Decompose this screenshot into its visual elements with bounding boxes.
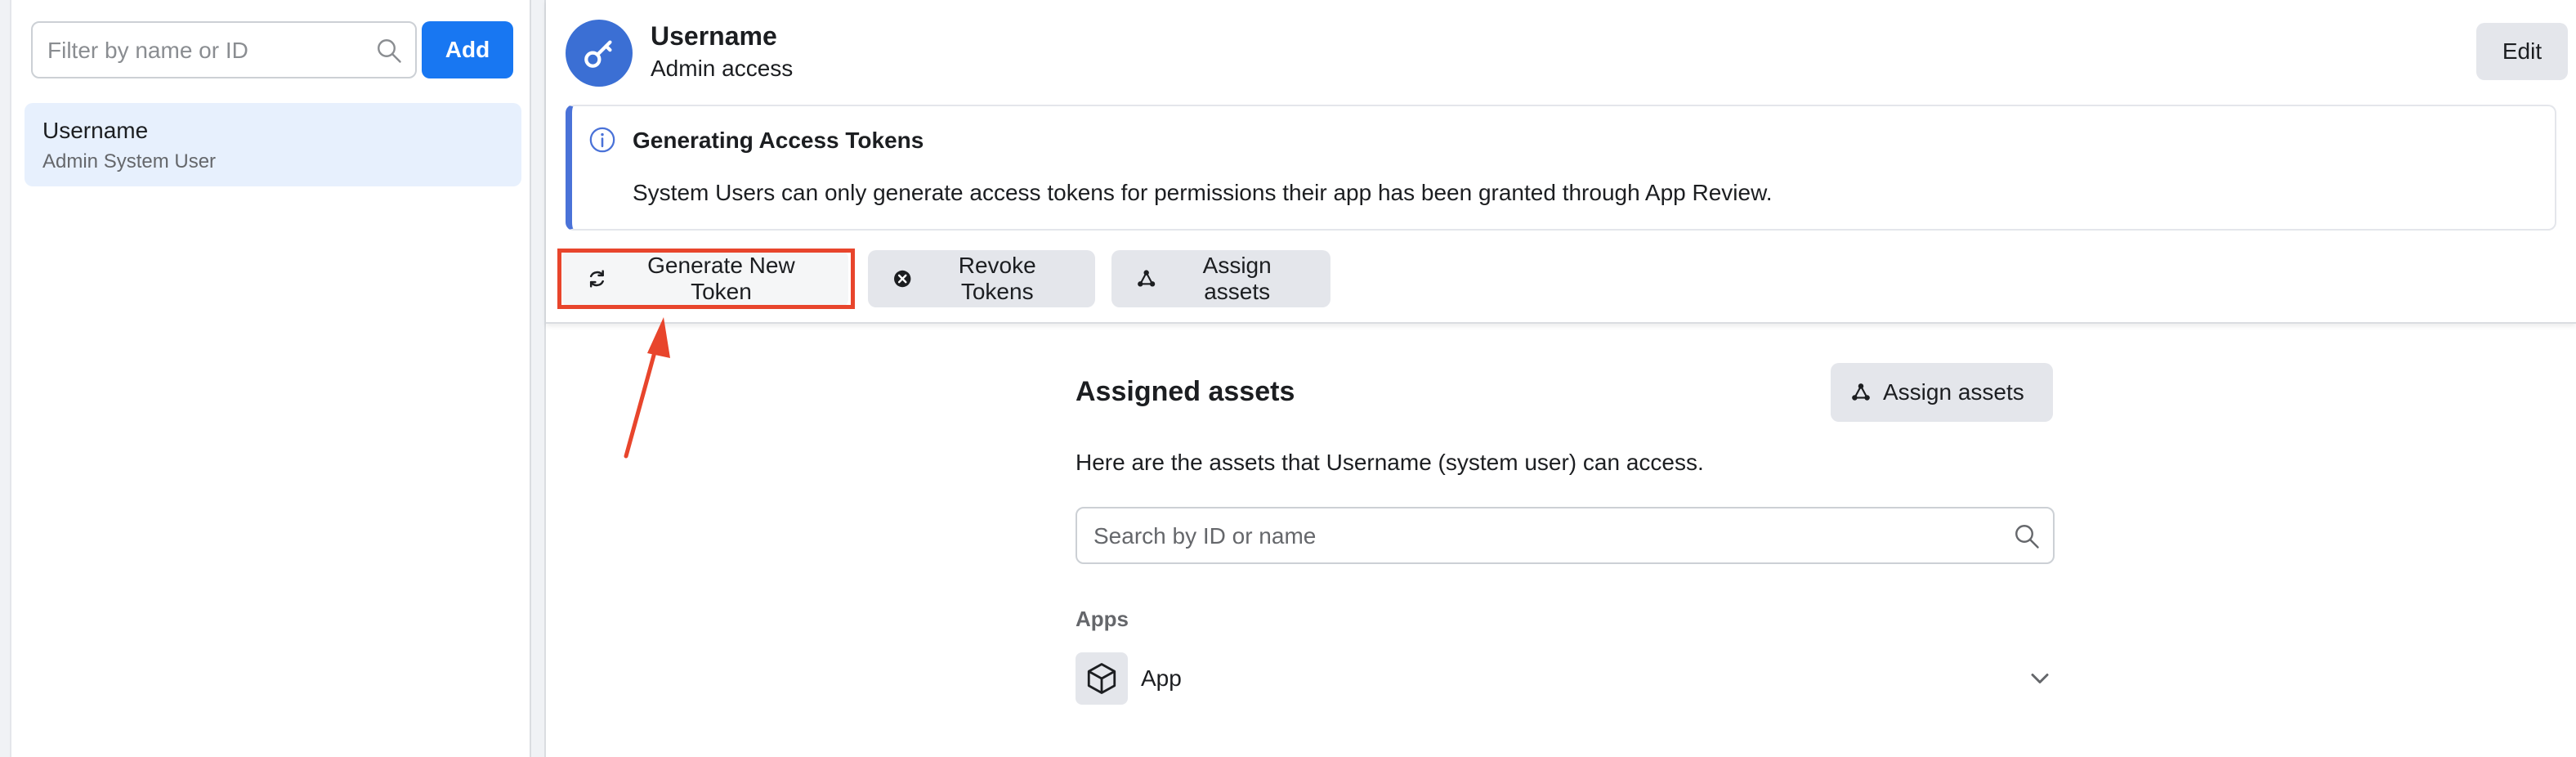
app-icon-box	[1076, 652, 1128, 705]
system-user-name: Username	[42, 118, 149, 143]
avatar	[566, 20, 633, 87]
chevron-down-icon[interactable]	[2025, 664, 2055, 693]
highlight-box	[557, 249, 855, 309]
revoke-tokens-button[interactable]: Revoke Tokens	[868, 250, 1095, 307]
assets-description: Here are the assets that Username (syste…	[1076, 450, 1704, 475]
info-icon	[589, 127, 615, 153]
notice-title: Generating Access Tokens	[633, 128, 924, 153]
edit-button[interactable]: Edit	[2476, 23, 2568, 80]
cube-icon	[1087, 663, 1116, 694]
system-user-item[interactable]: Username Admin System User	[25, 103, 521, 186]
asset-row-app[interactable]: App	[1076, 652, 2055, 705]
system-user-role: Admin System User	[42, 150, 217, 172]
assign-assets-button-toolbar[interactable]: Assign assets	[1111, 250, 1330, 307]
key-icon	[584, 40, 612, 68]
system-user-detail: Username Admin access Edit Generating Ac…	[544, 0, 2576, 757]
notice-body: System Users can only generate access to…	[633, 180, 1773, 205]
page-title: Username	[651, 21, 777, 51]
filter-input[interactable]	[46, 23, 360, 78]
app-name: App	[1141, 665, 1182, 691]
assets-title: Assigned assets	[1076, 376, 1295, 407]
search-icon	[2015, 525, 2039, 549]
search-icon	[378, 39, 401, 63]
asset-search-input[interactable]	[1092, 508, 1994, 564]
add-button[interactable]: Add	[422, 21, 513, 78]
revoke-tokens-label: Revoke Tokens	[958, 253, 1036, 304]
apps-group-label: Apps	[1076, 607, 1129, 631]
assign-assets-button[interactable]: Assign assets	[1831, 363, 2053, 422]
filter-field[interactable]	[31, 21, 417, 78]
system-users-panel: Add Username Admin System User	[10, 0, 531, 757]
assign-assets-label: Assign assets	[1883, 379, 2024, 405]
close-circle-icon	[894, 270, 911, 288]
user-header: Username Admin access Edit Generating Ac…	[546, 0, 2576, 324]
info-notice: Generating Access Tokens System Users ca…	[566, 105, 2556, 231]
assign-assets-label: Assign assets	[1202, 253, 1272, 304]
share-nodes-icon	[1138, 270, 1156, 287]
asset-search-field[interactable]	[1076, 507, 2055, 564]
share-nodes-icon	[1852, 383, 1870, 401]
access-level: Admin access	[651, 56, 794, 81]
